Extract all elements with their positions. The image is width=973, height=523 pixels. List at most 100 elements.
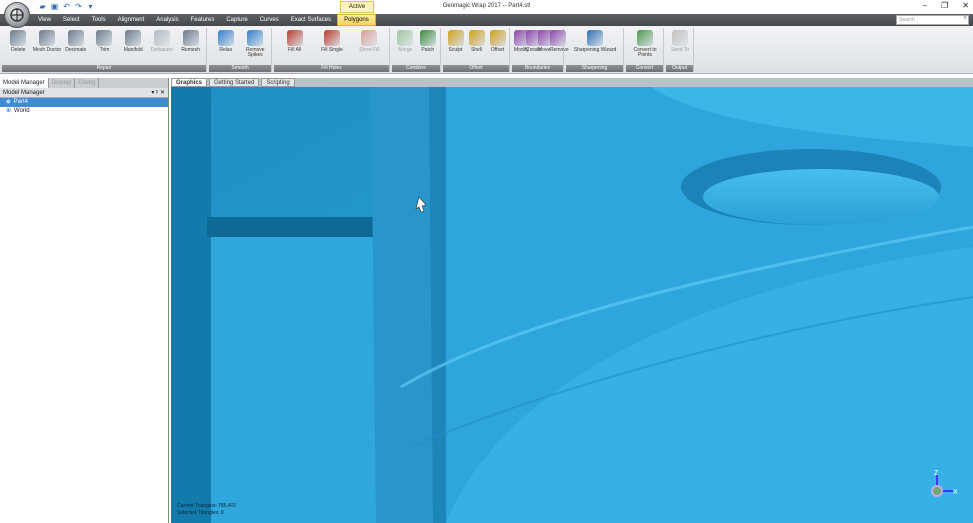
tool-label: Fill Single (321, 47, 343, 53)
search-icon[interactable]: ⌕ (964, 15, 967, 22)
trim-icon (96, 30, 113, 46)
tool-offset-button[interactable]: Offset (487, 30, 508, 53)
ribbon-group-label: Combine (392, 65, 440, 72)
app-logo-icon (10, 8, 24, 22)
menu-tab-exact-surfaces[interactable]: Exact Surfaces (285, 14, 337, 26)
ribbon-group-convert: Convert to Points Convert (626, 28, 664, 72)
tool-remove-button[interactable]: Remove (550, 30, 569, 53)
tool-show-fill-button[interactable]: Show Fill (351, 30, 388, 53)
send-to-icon (672, 30, 688, 46)
menu-tab-tools[interactable]: Tools (86, 14, 112, 26)
tool-label: Convert to Points (633, 47, 657, 58)
window-controls: – ❐ ✕ (923, 1, 969, 10)
panel-pin-close-icon[interactable]: ▾ ᵖ ✕ (151, 88, 165, 98)
relax-icon (217, 30, 234, 46)
ribbon-group-label: Smooth (209, 65, 271, 72)
menu-tab-polygons[interactable]: Polygons (337, 14, 376, 26)
tree-item-label: World (14, 108, 30, 114)
tool-manifold-button[interactable]: Manifold (119, 30, 148, 53)
menu-tabs: View Select Tools Alignment Analysis Features… (32, 14, 376, 26)
axis-triad-icon[interactable]: Z X (923, 469, 959, 505)
ribbon-group-repair: Delete Mesh Doctor Decimate Trim Manifold Def… (2, 28, 207, 72)
panel-tab-display[interactable]: Display (49, 78, 76, 88)
shell-icon (468, 30, 485, 46)
tool-sharpening-wizard-button[interactable]: Sharpening Wizard (568, 30, 622, 53)
tool-label: Fill All (288, 47, 302, 53)
panel-tab-model-manager[interactable]: Model Manager (0, 78, 49, 88)
tool-remove-spikes-button[interactable]: Remove Spikes (241, 30, 271, 58)
ribbon-group-label: Sharpening (566, 65, 623, 72)
context-tab-label: Active (340, 1, 374, 13)
ribbon-group-label: Fill Holes (274, 65, 389, 72)
tool-trim-button[interactable]: Trim (90, 30, 119, 53)
model-manager-panel: Model Manager Display Dialog Model Manager… (0, 78, 169, 523)
tool-label: Sharpening Wizard (573, 47, 617, 53)
tool-label: Shell (470, 47, 483, 53)
panel-header: Model Manager ▾ ᵖ ✕ (0, 88, 168, 98)
tool-remesh-button[interactable]: Remesh (176, 30, 205, 53)
panel-header-title: Model Manager (3, 90, 45, 96)
tool-fill-all-button[interactable]: Fill All (276, 30, 313, 53)
tool-label: Show Fill (359, 47, 380, 53)
tool-patch-button[interactable]: Patch (417, 30, 440, 53)
tree-item-world[interactable]: ⊕ World (0, 107, 168, 116)
delete-icon (10, 30, 27, 46)
tool-defeature-button[interactable]: Defeature (148, 30, 177, 53)
tool-modify-button[interactable]: Modify (514, 30, 530, 53)
sculpt-icon (447, 30, 464, 46)
view-tab-scripting[interactable]: Scripting (261, 78, 295, 87)
menu-tab-view[interactable]: View (32, 14, 57, 26)
menu-tab-analysis[interactable]: Analysis (150, 14, 184, 26)
restore-icon[interactable]: ❐ (941, 1, 948, 10)
menu-tab-capture[interactable]: Capture (220, 14, 253, 26)
tool-convert-to-points-button[interactable]: Convert to Points (628, 30, 662, 58)
tool-move-button[interactable]: Move (538, 30, 554, 53)
view-tab-graphics[interactable]: Graphics (171, 78, 208, 87)
view-tab-getting-started[interactable]: Getting Started (209, 78, 260, 87)
model-tree: ◆ Part4 ⊕ World (0, 98, 168, 116)
menu-tab-select[interactable]: Select (57, 14, 86, 26)
panel-tab-dialog[interactable]: Dialog (75, 78, 100, 88)
minimize-icon[interactable]: – (923, 1, 927, 10)
show-fill-icon (361, 30, 378, 46)
graphics-viewport[interactable]: Current Triangles: 785,401 Selected Tria… (171, 87, 973, 523)
tool-label: Move (538, 47, 551, 53)
tool-delete-button[interactable]: Delete (4, 30, 33, 53)
tree-item-part4[interactable]: ◆ Part4 (0, 98, 168, 107)
search-input[interactable]: Search (896, 15, 969, 25)
close-icon[interactable]: ✕ (962, 1, 969, 10)
tool-label: Trim (99, 47, 110, 53)
tool-send-to-button[interactable]: Send To (668, 30, 692, 53)
fill-single-icon (323, 30, 340, 46)
view-tabs: Graphics Getting Started Scripting (171, 78, 973, 87)
menu-tab-features[interactable]: Features (185, 14, 221, 26)
window-title: Geomagic Wrap 2017 -- Part4.stl (442, 3, 531, 9)
tool-shell-button[interactable]: Shell (466, 30, 487, 53)
menu-tab-alignment[interactable]: Alignment (112, 14, 151, 26)
application-menu-button[interactable] (4, 2, 30, 28)
tool-decimate-button[interactable]: Decimate (61, 30, 90, 53)
ribbon-group-output: Send To Output (666, 28, 694, 72)
tree-item-label: Part4 (13, 99, 28, 105)
ribbon-group-boundaries: Modify Create Move Remove Boundaries (512, 28, 569, 72)
status-readout: Current Triangles: 785,401 Selected Tria… (177, 503, 236, 517)
tool-create-button[interactable]: Create (526, 30, 542, 53)
ribbon-group-label: Repair (2, 65, 206, 72)
ribbon-group-fill-holes: Fill All Fill Single Show Fill Fill Holes (274, 28, 390, 72)
selected-triangles-text: Selected Triangles: 0 (177, 510, 224, 516)
tool-fill-single-button[interactable]: Fill Single (313, 30, 350, 53)
tool-merge-button[interactable]: Merge (394, 30, 417, 53)
menu-tab-curves[interactable]: Curves (254, 14, 285, 26)
ribbon-group-label: Offset (443, 65, 509, 72)
sharpening-wizard-icon (587, 30, 603, 46)
tool-mesh-doctor-button[interactable]: Mesh Doctor (33, 30, 62, 53)
tool-label: Offset (490, 47, 505, 53)
tool-sculpt-button[interactable]: Sculpt (445, 30, 466, 53)
ribbon-group-combine: Merge Patch Combine (392, 28, 441, 72)
merge-icon (397, 30, 414, 46)
defeature-icon (153, 30, 170, 46)
tool-label: Mesh Doctor (32, 47, 62, 53)
ribbon-menu-bar: View Select Tools Alignment Analysis Features… (0, 14, 973, 26)
remesh-icon (182, 30, 199, 46)
tool-relax-button[interactable]: Relax (211, 30, 241, 53)
